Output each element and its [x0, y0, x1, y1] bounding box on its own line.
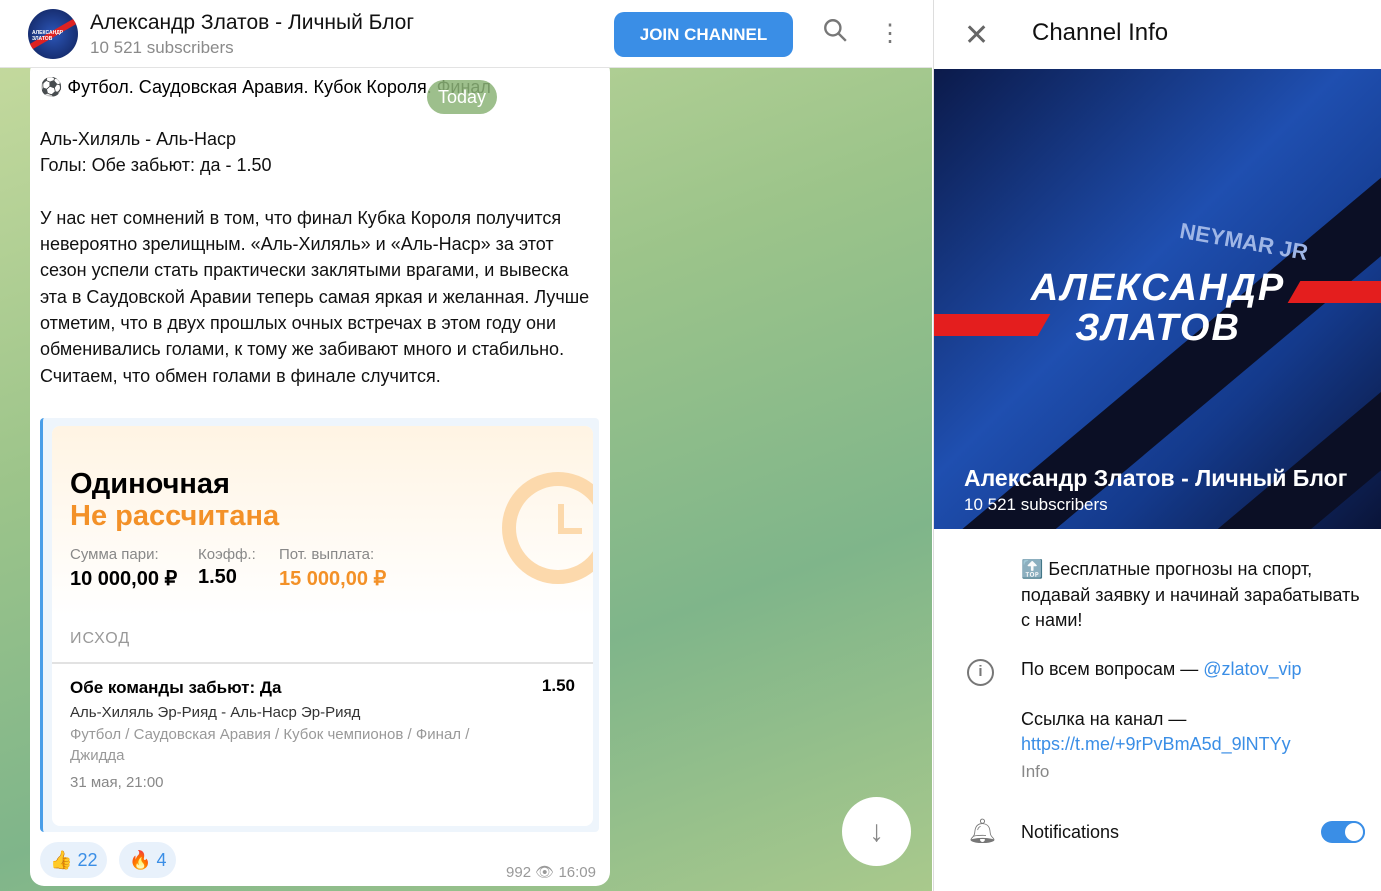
panel-title: Channel Info — [1032, 19, 1169, 46]
banner-jersey-text: NEYMAR JR — [1177, 217, 1310, 266]
channel-name: Александр Златов - Личный Блог — [964, 465, 1348, 491]
reaction-thumbs-up[interactable]: 👍 22 — [40, 842, 108, 878]
stake-label: Сумма пари: — [70, 546, 159, 563]
bet-type: Одиночная — [70, 468, 230, 500]
event-path: Футбол / Саудовская Аравия / Кубок чемпи… — [70, 726, 470, 764]
channel-subscribers: 10 521 subscribers — [964, 495, 1108, 514]
reaction-count: 4 — [156, 850, 167, 870]
message-bubble: ⚽ Футбол. Саудовская Аравия. Кубок Корол… — [30, 58, 610, 886]
banner-logo-line1: АЛЕКСАНДР — [1030, 267, 1286, 309]
avatar-logo-text: АЛЕКСАНДР ЗЛАТОВ — [32, 30, 64, 42]
selection: Обе команды забьют: Да — [70, 678, 282, 697]
banner-logo-line2: ЗЛАТОВ — [1075, 307, 1241, 349]
scroll-down-button[interactable]: ↓ — [842, 797, 911, 866]
contact-text: По всем вопросам — — [1021, 659, 1204, 679]
reaction-fire[interactable]: 🔥 4 — [119, 842, 177, 878]
payout-value: 15 000,00 ₽ — [279, 568, 387, 590]
divider — [52, 662, 593, 664]
outcome-header: ИСХОД — [70, 630, 131, 647]
arrow-down-icon: ↓ — [869, 815, 884, 848]
thumbs-up-icon: 👍 — [50, 850, 73, 870]
subscriber-count: 10 521 subscribers — [90, 38, 234, 57]
stake-value: 10 000,00 ₽ — [70, 568, 178, 590]
info-label: Info — [1021, 762, 1050, 781]
message-title: ⚽ Футбол. Саудовская Аравия. Кубок Корол… — [40, 77, 491, 97]
channel-link[interactable]: https://t.me/+9rPvBmA5d_9lNTYy — [1021, 734, 1291, 755]
search-icon[interactable] — [818, 17, 852, 51]
teams: Аль-Хиляль Эр-Рияд - Аль-Наср Эр-Рияд — [70, 704, 361, 721]
payout-label: Пот. выплата: — [279, 546, 375, 563]
eye-icon: 👁 — [535, 864, 555, 881]
link-text: Ссылка на канал — — [1021, 709, 1187, 729]
odds-label: Коэфф.: — [198, 546, 256, 563]
channel-title[interactable]: Александр Златов - Личный Блог — [90, 11, 414, 35]
info-icon: i — [967, 659, 994, 686]
reaction-count: 22 — [77, 850, 98, 870]
message-body: Аль-Хиляль - Аль-Наср Голы: Обе забьют: … — [40, 129, 590, 386]
message-time: 16:09 — [558, 864, 596, 881]
chat-area: АЛЕКСАНДР ЗЛАТОВ Александр Златов - Личн… — [0, 0, 932, 891]
bell-icon: 🔔︎ — [967, 818, 998, 845]
contact-row: По всем вопросам — @zlatov_vip — [1021, 659, 1302, 680]
chat-header: АЛЕКСАНДР ЗЛАТОВ Александр Златов - Личн… — [0, 0, 932, 68]
bet-slip-preview[interactable]: Одиночная Не рассчитана Сумма пари: Коэф… — [40, 418, 599, 832]
fire-icon: 🔥 — [129, 850, 152, 870]
bet-status: Не рассчитана — [70, 500, 280, 532]
channel-description: 🔝 Бесплатные прогнозы на спорт, подавай … — [1021, 559, 1360, 630]
channel-banner[interactable]: NEYMAR JR АЛЕКСАНДР ЗЛАТОВ Александр Зла… — [934, 69, 1381, 529]
message-meta: 992 👁 16:09 — [506, 863, 596, 881]
event-date: 31 мая, 21:00 — [70, 774, 164, 791]
odds-value: 1.50 — [198, 566, 237, 588]
view-count: 992 — [506, 864, 532, 881]
selection-odds: 1.50 — [541, 676, 575, 695]
more-options-icon[interactable]: ⋮ — [873, 17, 907, 51]
notifications-label: Notifications — [1021, 822, 1120, 842]
channel-avatar[interactable]: АЛЕКСАНДР ЗЛАТОВ — [28, 9, 78, 59]
close-icon[interactable]: ✕ — [964, 18, 989, 53]
contact-link[interactable]: @zlatov_vip — [1203, 659, 1301, 679]
date-badge: Today — [427, 80, 497, 114]
join-channel-button[interactable]: JOIN CHANNEL — [614, 12, 793, 57]
notifications-toggle[interactable] — [1321, 821, 1365, 843]
channel-info-panel: ✕ Channel Info NEYMAR JR АЛЕКСАНДР ЗЛАТО… — [933, 0, 1381, 891]
